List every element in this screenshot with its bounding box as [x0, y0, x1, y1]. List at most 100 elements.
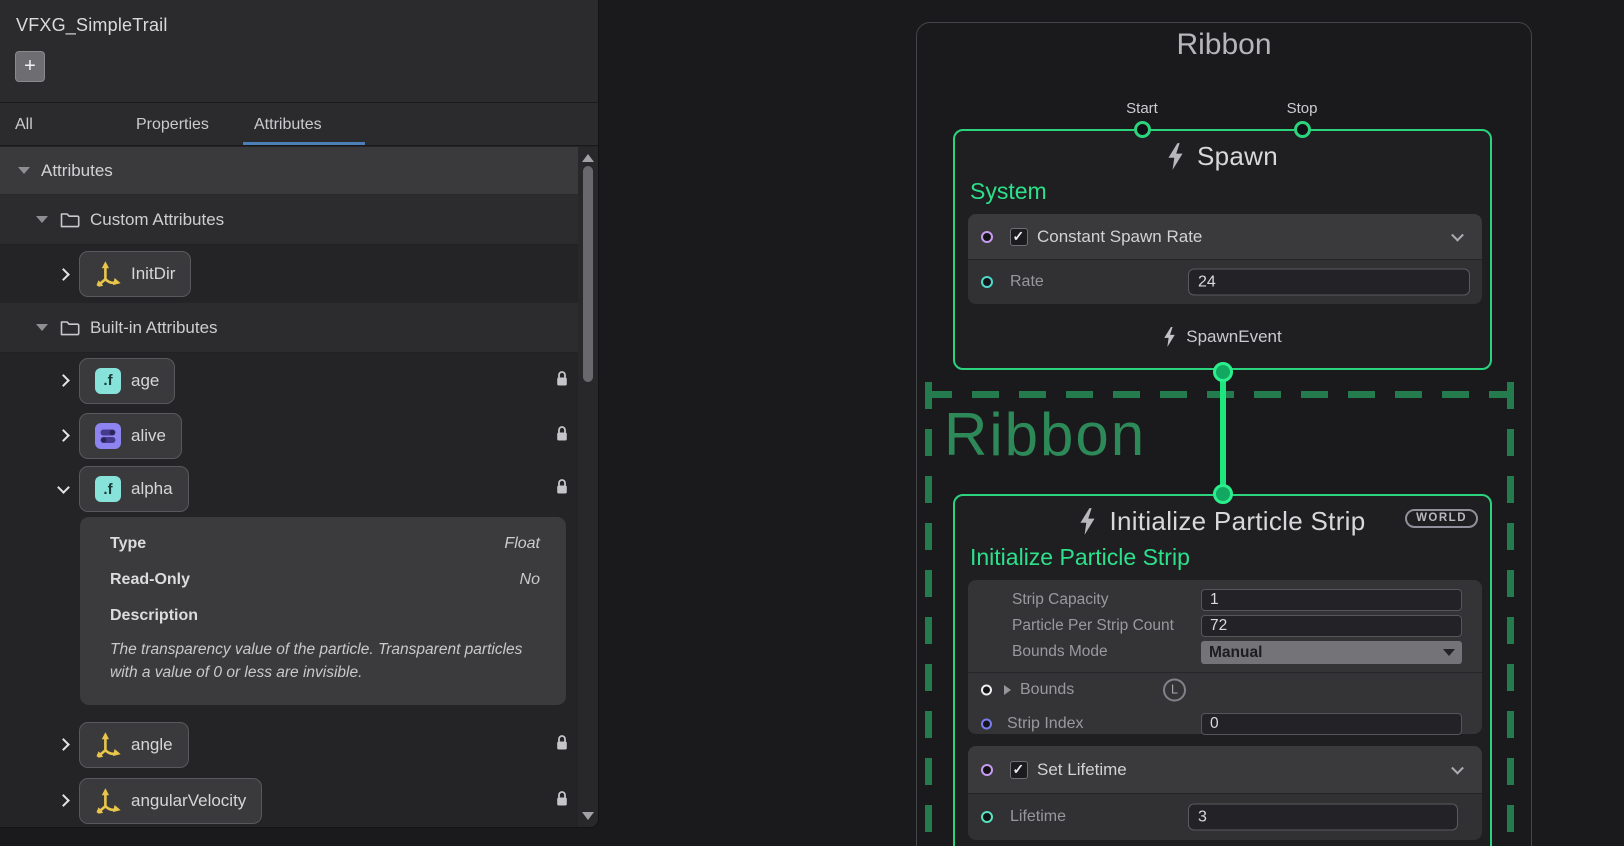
folder-custom-attributes[interactable]: Custom Attributes [0, 195, 578, 245]
spawn-event-output: SpawnEvent [955, 327, 1490, 347]
bounds-mode-row: Bounds Mode Manual [968, 639, 1482, 665]
strip-index-label: Strip Index [1007, 715, 1083, 733]
tab-all[interactable]: All [15, 103, 33, 146]
bounds-mode-dropdown[interactable]: Manual [1201, 641, 1462, 664]
attribute-name: alive [131, 426, 166, 446]
lock-icon [555, 734, 569, 756]
attribute-pill-alive[interactable]: alive [79, 413, 182, 459]
asset-title: VFXG_SimpleTrail [16, 15, 168, 36]
add-attribute-button[interactable]: + [15, 51, 45, 82]
chevron-down-icon[interactable] [1451, 761, 1464, 774]
lifetime-input-port[interactable] [981, 811, 993, 823]
rate-label: Rate [1010, 273, 1044, 291]
spawn-node-header: Spawn [955, 141, 1490, 172]
bounds-space-badge[interactable]: L [1163, 679, 1186, 702]
chevron-right-icon[interactable] [57, 268, 70, 281]
attribute-row-angle: angle [0, 717, 578, 773]
flow-edge[interactable] [1220, 368, 1226, 498]
context-label-initialize: Initialize Particle Strip [970, 544, 1190, 571]
lock-icon [555, 425, 569, 447]
spawn-node-title: Spawn [1197, 141, 1278, 172]
chevron-down-icon[interactable] [57, 481, 70, 494]
active-tab-underline [243, 142, 365, 145]
lock-icon [555, 478, 569, 500]
system-boundary-left [925, 382, 932, 846]
strip-capacity-row: Strip Capacity [968, 587, 1482, 613]
set-lifetime-block: Set Lifetime Lifetime [968, 746, 1482, 840]
chevron-right-icon[interactable] [57, 429, 70, 442]
spawn-start-port[interactable] [1134, 121, 1151, 138]
strip-capacity-input[interactable] [1201, 589, 1462, 611]
initialize-particle-strip-node[interactable]: Initialize Particle Strip WORLD Initiali… [953, 494, 1492, 846]
detail-type-value: Float [504, 535, 540, 553]
collapse-triangle-icon[interactable] [18, 167, 30, 174]
bounds-row: Bounds L [968, 673, 1482, 707]
bounds-input-port[interactable] [981, 685, 992, 696]
block-header-row: Set Lifetime [968, 746, 1482, 793]
attribute-pill-angularvelocity[interactable]: angularVelocity [79, 778, 262, 824]
block-enabled-checkbox[interactable] [1010, 761, 1028, 779]
lightning-icon [1079, 508, 1096, 535]
attribute-row-angularvelocity: angularVelocity [0, 773, 578, 828]
attribute-pill-initdir[interactable]: InitDir [79, 251, 191, 297]
system-watermark: Ribbon [944, 400, 1146, 469]
scrollbar[interactable] [578, 147, 598, 827]
chevron-down-icon[interactable] [1451, 228, 1464, 241]
scroll-down-icon[interactable] [582, 812, 594, 820]
tab-properties[interactable]: Properties [136, 103, 209, 146]
tab-attributes[interactable]: Attributes [254, 103, 322, 146]
strip-index-input[interactable] [1201, 713, 1462, 735]
chevron-right-icon[interactable] [57, 374, 70, 387]
rate-value-input[interactable] [1188, 269, 1470, 296]
block-header-row: Constant Spawn Rate [968, 214, 1482, 259]
folder-built-in-attributes[interactable]: Built-in Attributes [0, 303, 578, 353]
rate-input-port[interactable] [981, 276, 993, 288]
float-type-icon: .f [95, 476, 121, 502]
particle-per-strip-count-label: Particle Per Strip Count [1012, 617, 1174, 635]
folder-label: Built-in Attributes [90, 318, 218, 338]
expander-triangle-icon[interactable] [1004, 685, 1011, 695]
spawn-stop-port[interactable] [1294, 121, 1311, 138]
vector3-type-icon [95, 788, 121, 814]
attribute-name: alpha [131, 479, 173, 499]
scrollbar-thumb[interactable] [583, 166, 593, 382]
chevron-right-icon[interactable] [57, 794, 70, 807]
system-title: Ribbon [916, 28, 1532, 62]
attribute-pill-angle[interactable]: angle [79, 722, 189, 768]
detail-readonly-value: No [520, 571, 540, 589]
particle-per-strip-count-input[interactable] [1201, 615, 1462, 637]
lifetime-label: Lifetime [1010, 808, 1066, 826]
attribute-name: angle [131, 735, 173, 755]
particle-per-strip-count-row: Particle Per Strip Count [968, 613, 1482, 639]
block-enabled-checkbox[interactable] [1010, 228, 1028, 246]
chevron-right-icon[interactable] [57, 738, 70, 751]
init-settings-block: Strip Capacity Particle Per Strip Count … [968, 580, 1482, 734]
blackboard-tab-bar: All Properties Attributes [0, 103, 598, 146]
block-enable-port[interactable] [981, 231, 993, 243]
tree-root-attributes[interactable]: Attributes [0, 147, 578, 195]
lifetime-value-input[interactable] [1188, 804, 1458, 831]
strip-index-input-port[interactable] [981, 719, 992, 730]
vector3-type-icon [95, 732, 121, 758]
tree-root-label: Attributes [41, 161, 113, 181]
attribute-pill-alpha[interactable]: .f alpha [79, 466, 189, 512]
scroll-up-icon[interactable] [582, 154, 594, 162]
init-input-flow-port[interactable] [1213, 484, 1233, 504]
collapse-triangle-icon[interactable] [36, 216, 48, 223]
block-title: Set Lifetime [1037, 760, 1127, 780]
attribute-pill-age[interactable]: .f age [79, 358, 175, 404]
attribute-name: age [131, 371, 159, 391]
lock-icon [555, 790, 569, 812]
collapse-triangle-icon[interactable] [36, 324, 48, 331]
spawn-node[interactable]: Spawn System Constant Spawn Rate Rate Sp… [953, 129, 1492, 370]
blackboard-header: VFXG_SimpleTrail + [0, 0, 598, 103]
strip-capacity-label: Strip Capacity [1012, 591, 1108, 609]
system-boundary-top [925, 391, 1511, 398]
folder-label: Custom Attributes [90, 210, 224, 230]
block-enable-port[interactable] [981, 764, 993, 776]
space-badge-world[interactable]: WORLD [1405, 509, 1478, 528]
detail-description-label: Description [110, 607, 540, 625]
lifetime-row: Lifetime [968, 793, 1482, 840]
spawn-output-flow-port[interactable] [1213, 362, 1233, 382]
attribute-row-initdir: InitDir [0, 245, 578, 303]
